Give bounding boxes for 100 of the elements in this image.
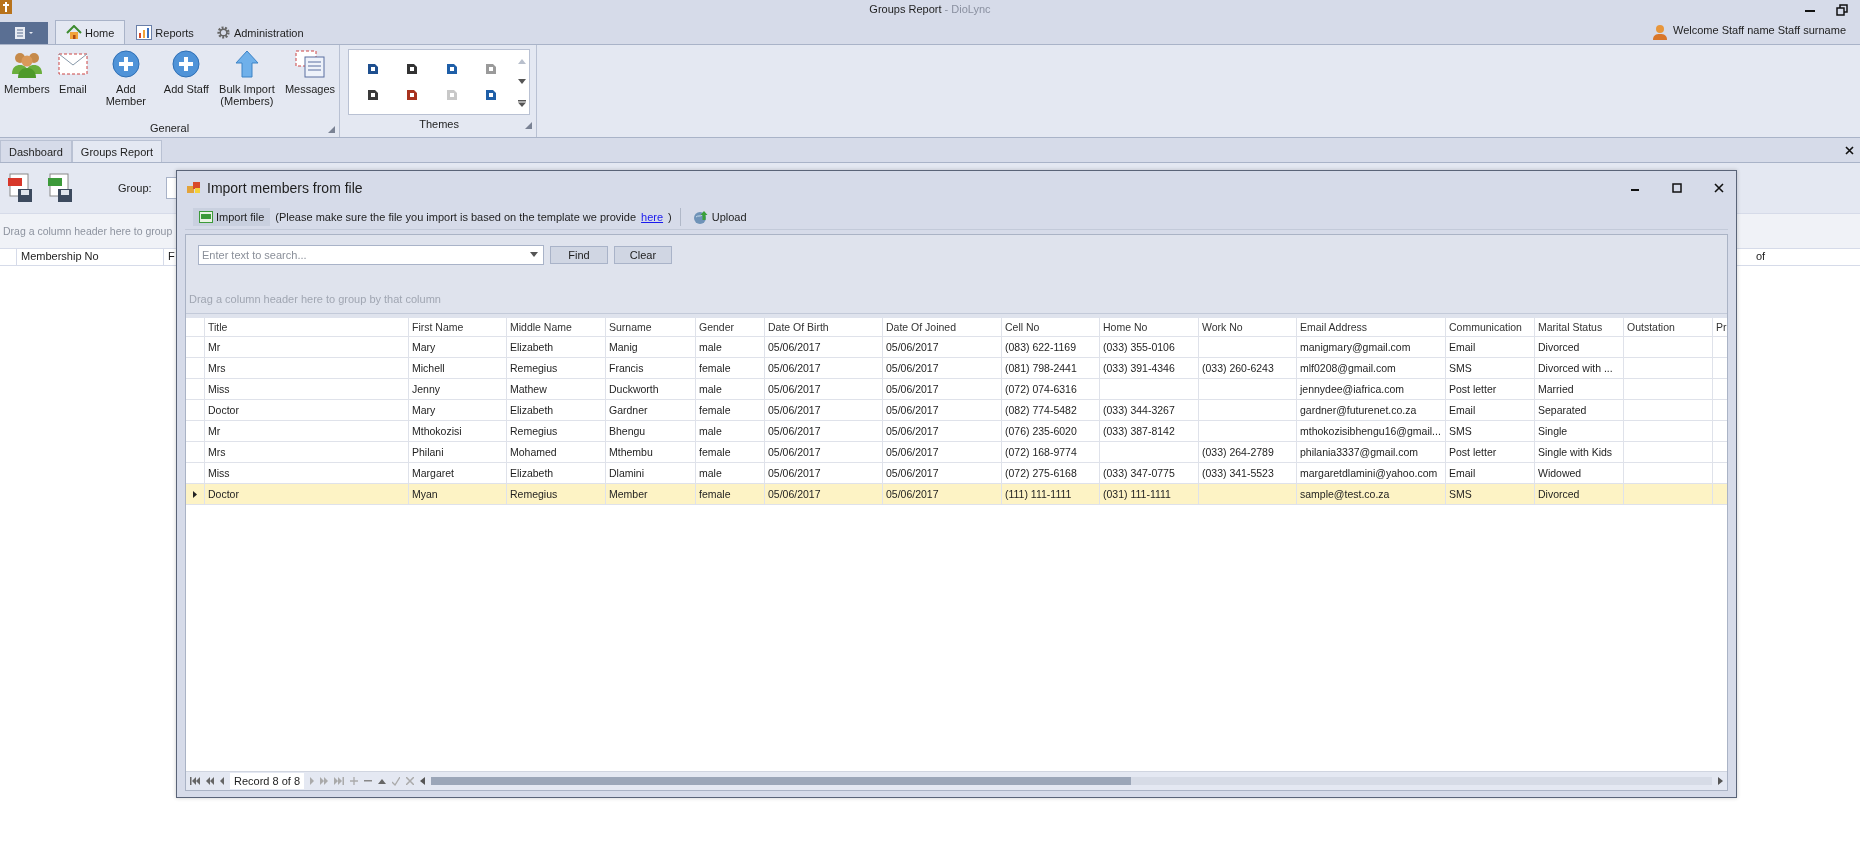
table-cell: Mr [205,421,409,441]
pdf-save-icon[interactable] [8,173,34,203]
column-header[interactable]: Membership No [17,249,164,265]
table-cell: female [696,442,765,462]
ribbon-button[interactable]: Add Staff [159,49,213,119]
restore-icon[interactable] [1836,4,1848,16]
upload-button[interactable]: Upload [688,206,751,228]
theme-gallery[interactable] [348,49,531,115]
dialog-launcher-icon[interactable] [328,126,336,133]
messages-icon [294,49,325,79]
search-field[interactable]: Enter text to search... [198,245,544,265]
column-header[interactable]: First Name [409,318,507,336]
table-cell: Elizabeth [507,400,606,420]
scroll-right-icon[interactable] [1718,777,1723,785]
check-icon[interactable] [392,776,401,786]
column-header[interactable]: Date Of Birth [765,318,883,336]
scroll-left-icon[interactable] [420,777,426,785]
close-icon[interactable] [1845,145,1854,155]
ribbon-button[interactable]: Add Member [91,49,160,119]
theme-icon[interactable] [484,88,499,102]
theme-icon[interactable] [365,88,380,102]
theme-icon[interactable] [365,62,380,76]
table-cell: Married [1535,379,1624,399]
import-icon [187,182,201,194]
horizontal-scrollbar[interactable] [431,777,1712,785]
template-link[interactable]: here [641,211,664,223]
table-cell: Mohamed [507,442,606,462]
home-icon [66,25,82,40]
table-cell: Single with Kids [1535,442,1624,462]
column-header[interactable]: Marital Status [1535,318,1624,336]
table-cell: (076) 235-6020 [1002,421,1100,441]
table-cell: Doctor [205,484,409,504]
dialog-title: Import members from file [207,180,363,196]
theme-icon[interactable] [444,62,459,76]
document-tab[interactable]: Dashboard [0,140,72,162]
theme-icon[interactable] [405,62,420,76]
xls-save-icon[interactable] [48,173,74,203]
column-header[interactable]: Email Address [1297,318,1446,336]
table-cell: (033) 344-3267 [1100,400,1199,420]
column-header[interactable]: Date Of Joined [883,318,1002,336]
column-header[interactable]: Home No [1100,318,1199,336]
find-button[interactable]: Find [550,246,608,264]
column-header[interactable]: Surname [606,318,696,336]
ribbon-button[interactable]: Members [0,49,54,119]
table-row[interactable]: Miss Jenny Mathew Duckworth male 05/06/2017 05/06/2017 (072) 074-6316 jennydee@iafrica.com Post letter Married [186,379,1727,400]
dialog-launcher-icon[interactable] [525,122,533,129]
table-cell: Single [1535,421,1624,441]
table-cell: Mary [409,400,507,420]
close-icon[interactable] [1714,183,1724,193]
theme-icon[interactable] [405,88,420,102]
table-cell: Mathew [507,379,606,399]
column-header[interactable]: Title [205,318,409,336]
table-row[interactable]: Mr Mthokozisi Remegius Bhengu male 05/06/2017 05/06/2017 (076) 235-6020 (033) 387-8142 mthokozisibhengu16@gmail... SMS Single [186,421,1727,442]
ribbon-tab[interactable]: Home [55,20,126,44]
import-file-button[interactable]: Import file [193,208,271,226]
ribbon-button[interactable]: Bulk Import (Members) [212,49,281,119]
table-row[interactable]: Doctor Mary Elizabeth Gardner female 05/06/2017 05/06/2017 (082) 774-5482 (033) 344-3267 gardner@futurenet.co.za Email Separated [186,400,1727,421]
column-header[interactable]: Work No [1199,318,1297,336]
column-header[interactable]: Pr [1713,318,1727,336]
table-cell: (111) 111-1111 [1002,484,1100,504]
app-menu-button[interactable] [0,22,48,44]
ribbon-button[interactable]: Email [53,49,92,119]
column-header[interactable]: Cell No [1002,318,1100,336]
clear-button[interactable]: Clear [614,246,672,264]
table-cell: 05/06/2017 [765,442,883,462]
edit-record-icon[interactable] [378,778,387,784]
table-cell: margaretdlamini@yahoo.com [1297,463,1446,483]
column-header[interactable]: Middle Name [507,318,606,336]
table-row[interactable]: Mrs Philani Mohamed Mthembu female 05/06/2017 05/06/2017 (072) 168-9774 (033) 264-2789 philania3337@gmail.com Post letter Single with Kids [186,442,1727,463]
column-header[interactable]: Outstation [1624,318,1713,336]
table-cell: 05/06/2017 [883,358,1002,378]
first-record-icon[interactable] [190,777,200,785]
expand-gallery-icon[interactable] [518,99,527,107]
table-cell: Margaret [409,463,507,483]
ribbon-tab[interactable]: Reports [125,20,205,44]
table-cell: (033) 391-4346 [1100,358,1199,378]
up-arrow-icon [234,49,259,79]
table-cell: Mrs [205,358,409,378]
table-cell: 05/06/2017 [883,421,1002,441]
column-header[interactable]: of [1756,249,1860,265]
ribbon-tab[interactable]: Administration [204,20,315,44]
ribbon-button[interactable]: Messages [280,49,340,119]
table-cell: female [696,484,765,504]
table-cell: Dlamini [606,463,696,483]
table-cell: 05/06/2017 [765,400,883,420]
table-cell: 05/06/2017 [883,442,1002,462]
table-cell: 05/06/2017 [765,421,883,441]
table-row[interactable]: Mr Mary Elizabeth Manig male 05/06/2017 05/06/2017 (083) 622-1169 (033) 355-0106 manigmary@gmail.com Email Divorced [186,337,1727,358]
previous-record-icon[interactable] [220,777,224,785]
previous-page-icon[interactable] [206,777,214,785]
maximize-icon[interactable] [1672,183,1682,193]
document-tab[interactable]: Groups Report [71,140,162,162]
dropdown-arrow-icon[interactable] [530,252,538,257]
column-header[interactable]: Communication [1446,318,1535,336]
column-header[interactable]: Gender [696,318,765,336]
table-row[interactable]: Doctor Myan Remegius Member female 05/06/2017 05/06/2017 (111) 111-1111 (031) 111-1111 sample@test.co.za SMS Divorced [186,484,1727,505]
table-row[interactable]: Mrs Michell Remegius Francis female 05/06/2017 05/06/2017 (081) 798-2441 (033) 391-4346 (033) 260-6243 mlf0208@gmail.com SMS Divorced with ... [186,358,1727,379]
scroll-down-icon[interactable] [518,78,527,85]
scrollbar-thumb[interactable] [431,777,1132,785]
table-cell: jennydee@iafrica.com [1297,379,1446,399]
